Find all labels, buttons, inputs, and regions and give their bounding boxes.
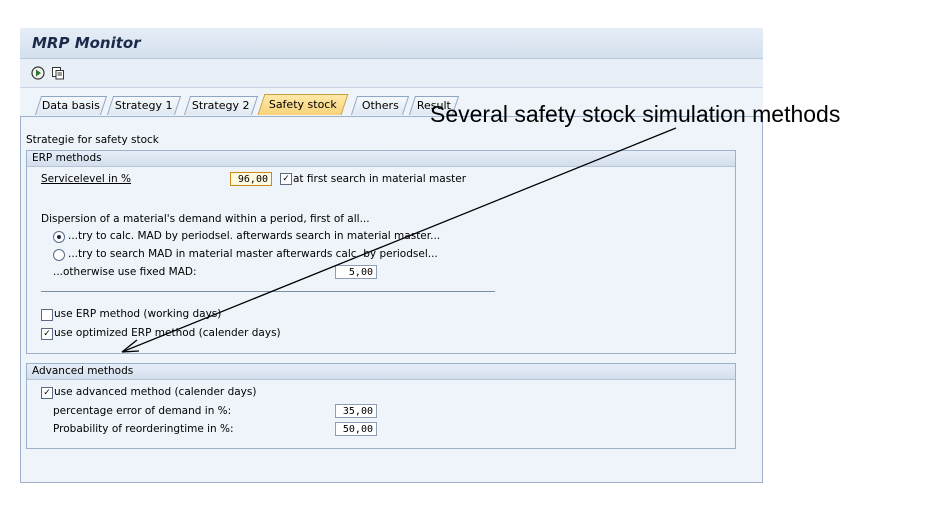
use-advanced-label: use advanced method (calender days)	[54, 386, 257, 398]
erp-group-title: ERP methods	[27, 151, 735, 167]
dispersion-label: Dispersion of a material's demand within…	[41, 213, 370, 225]
separator-line	[41, 291, 495, 292]
fixed-mad-label: ...otherwise use fixed MAD:	[53, 266, 197, 278]
tab-content: Strategie for safety stock ERP methods S…	[20, 116, 763, 483]
copy-icon[interactable]	[51, 66, 65, 80]
advanced-methods-group: Advanced methods ✓ use advanced method (…	[26, 363, 736, 449]
use-erp-checkbox[interactable]	[41, 309, 53, 321]
probability-label: Probability of reorderingtime in %:	[53, 423, 234, 435]
erp-methods-group: ERP methods Servicelevel in % 96,00 ✓ at…	[26, 150, 736, 354]
probability-input[interactable]: 50,00	[335, 422, 377, 436]
tab-safety-stock[interactable]: Safety stock	[257, 94, 349, 115]
fixed-mad-input[interactable]: 5,00	[335, 265, 377, 279]
servicelevel-input[interactable]: 96,00	[230, 172, 272, 186]
pct-error-label: percentage error of demand in %:	[53, 405, 232, 417]
use-erp-label: use ERP method (working days)	[54, 308, 222, 320]
first-search-checkbox[interactable]: ✓	[280, 173, 292, 185]
strategy-group-title: Strategie for safety stock	[26, 134, 159, 146]
app-toolbar	[20, 59, 763, 88]
tab-data-basis[interactable]: Data basis	[34, 96, 108, 115]
use-advanced-checkbox[interactable]: ✓	[41, 387, 53, 399]
advanced-group-title: Advanced methods	[27, 364, 735, 380]
mad-master-radio[interactable]	[53, 249, 65, 261]
tab-strategy-1[interactable]: Strategy 1	[106, 96, 182, 115]
window-title: MRP Monitor	[32, 34, 141, 52]
mad-periodsel-radio[interactable]	[53, 231, 65, 243]
use-opt-erp-label: use optimized ERP method (calender days)	[54, 327, 281, 339]
annotation-callout: Several safety stock simulation methods	[430, 101, 841, 127]
mad-master-label: ...try to search MAD in material master …	[68, 248, 438, 260]
pct-error-input[interactable]: 35,00	[335, 404, 377, 418]
use-opt-erp-checkbox[interactable]: ✓	[41, 328, 53, 340]
mad-periodsel-label: ...try to calc. MAD by periodsel. afterw…	[68, 230, 441, 242]
sap-window: MRP Monitor Data basis Strategy 1 Strate…	[20, 28, 763, 483]
first-search-label: at first search in material master	[293, 173, 467, 185]
title-bar: MRP Monitor	[20, 28, 763, 59]
execute-icon[interactable]	[31, 66, 45, 80]
servicelevel-label: Servicelevel in %	[41, 173, 131, 185]
tab-others[interactable]: Others	[350, 96, 410, 115]
tab-strategy-2[interactable]: Strategy 2	[183, 96, 259, 115]
